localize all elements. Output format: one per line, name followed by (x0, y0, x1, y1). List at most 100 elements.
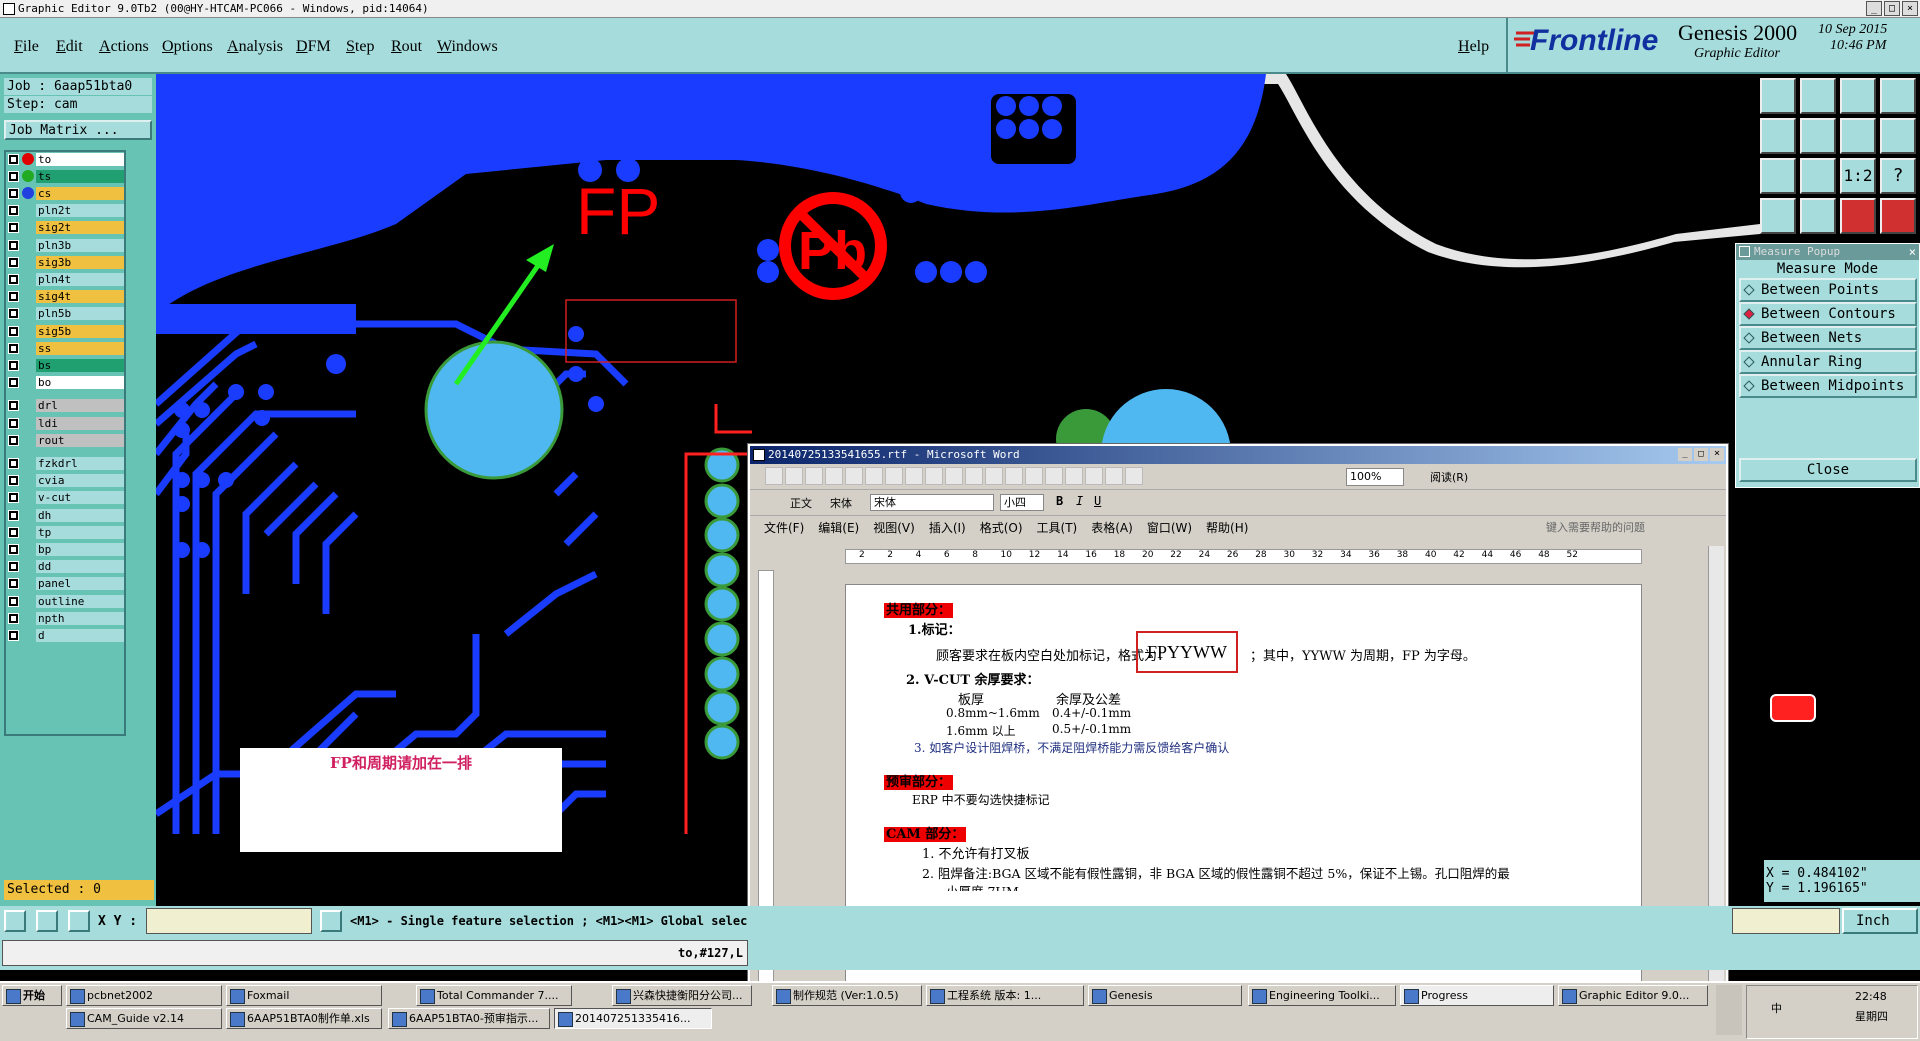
layer-checkbox[interactable] (8, 526, 19, 538)
menu-step[interactable]: Step (346, 38, 374, 56)
open-icon[interactable] (785, 467, 803, 485)
layer-checkbox[interactable] (8, 629, 19, 641)
tool-icon-13[interactable] (1760, 198, 1796, 234)
layer-name[interactable]: rout (36, 433, 124, 447)
permission-icon[interactable] (825, 467, 843, 485)
tool-icon-5[interactable] (1760, 118, 1796, 154)
layer-checkbox[interactable] (8, 578, 19, 590)
word-menu-file[interactable]: 文件(F) (764, 521, 804, 535)
layer-row-v-cut[interactable]: v-cut (8, 491, 124, 505)
menu-options[interactable]: Options (162, 38, 213, 56)
layer-name[interactable]: to (36, 152, 124, 166)
scale-1-2-icon[interactable]: 1:2 (1840, 158, 1876, 194)
task-engineering-toolkit[interactable]: Engineering Toolki... (1248, 985, 1396, 1006)
layer-row-ts[interactable]: ts (8, 169, 124, 183)
layer-checkbox[interactable] (8, 187, 19, 199)
word-menu-view[interactable]: 视图(V) (873, 521, 915, 535)
layer-row-pln4t[interactable]: pln4t (8, 272, 124, 286)
menu-dfm[interactable]: DFM (296, 38, 331, 56)
layer-row-panel[interactable]: panel (8, 577, 124, 591)
show-marks-icon[interactable] (1125, 467, 1143, 485)
tool-icon-1[interactable] (1760, 78, 1796, 114)
help-search-input[interactable]: 键入需要帮助的问题 (1546, 519, 1722, 536)
layer-checkbox[interactable] (8, 291, 19, 303)
layer-row-pln2t[interactable]: pln2t (8, 204, 124, 218)
italic-button[interactable]: I (1076, 494, 1083, 508)
task-graphic-editor[interactable]: Graphic Editor 9.0... (1558, 985, 1708, 1006)
layer-row-dd[interactable]: dd (8, 560, 124, 574)
layer-name[interactable]: cs (36, 186, 124, 200)
layer-name[interactable]: d (36, 628, 124, 642)
layer-checkbox[interactable] (8, 325, 19, 337)
table-icon[interactable] (1065, 467, 1083, 485)
undo-icon[interactable] (1005, 467, 1023, 485)
layer-name[interactable]: outline (36, 594, 124, 608)
layer-row-cs[interactable]: cs (8, 186, 124, 200)
layer-name[interactable]: sig4t (36, 290, 124, 304)
zoom-select[interactable]: 100% (1346, 468, 1404, 486)
xy-input[interactable] (146, 908, 312, 934)
layer-row-sig2t[interactable]: sig2t (8, 221, 124, 235)
menu-help[interactable]: Help (1458, 38, 1489, 56)
task-prereview[interactable]: 6AAP51BTA0-预审指示... (388, 1008, 550, 1029)
layer-name[interactable]: cvia (36, 474, 124, 488)
layer-checkbox[interactable] (8, 359, 19, 371)
layer-checkbox[interactable] (8, 170, 19, 182)
save-icon[interactable] (805, 467, 823, 485)
tool-icon-16[interactable] (1880, 198, 1916, 234)
layer-checkbox[interactable] (8, 239, 19, 251)
layer-checkbox[interactable] (8, 342, 19, 354)
word-menu-format[interactable]: 格式(O) (980, 521, 1023, 535)
text-tool-icon[interactable] (320, 910, 342, 932)
layer-name[interactable]: pln3b (36, 238, 124, 252)
tool-icon-2[interactable] (1800, 78, 1836, 114)
layer-checkbox[interactable] (8, 222, 19, 234)
select-tool-icon[interactable] (4, 910, 26, 932)
layer-name[interactable]: ss (36, 341, 124, 355)
layer-name[interactable]: pln4t (36, 272, 124, 286)
measure-mode-annular-ring[interactable]: Annular Ring (1739, 350, 1917, 374)
layer-checkbox[interactable] (8, 205, 19, 217)
layer-row-fzkdrl[interactable]: fzkdrl (8, 456, 124, 470)
layer-checkbox[interactable] (8, 400, 19, 412)
font-select-1[interactable]: 宋体 (830, 495, 852, 511)
layer-name[interactable]: fzkdrl (36, 456, 124, 470)
zoom-icon[interactable] (1800, 158, 1836, 194)
word-menu-help[interactable]: 帮助(H) (1206, 521, 1248, 535)
layer-name[interactable]: bo (36, 376, 124, 390)
close-button[interactable]: × (1902, 1, 1918, 16)
layer-name[interactable]: drl (36, 399, 124, 413)
grid-icon[interactable] (1800, 198, 1836, 234)
research-icon[interactable] (905, 467, 923, 485)
layer-name[interactable]: sig2t (36, 221, 124, 235)
menu-file[interactable]: File (14, 38, 39, 56)
copy-icon[interactable] (945, 467, 963, 485)
style-select[interactable]: 正文 (790, 495, 812, 511)
format-painter-icon[interactable] (985, 467, 1003, 485)
word-close-button[interactable]: × (1710, 448, 1724, 461)
layer-checkbox[interactable] (8, 153, 19, 165)
layer-checkbox[interactable] (8, 457, 19, 469)
tool-icon-15[interactable] (1840, 198, 1876, 234)
columns-icon[interactable] (1085, 467, 1103, 485)
layer-row-sig3b[interactable]: sig3b (8, 255, 124, 269)
popup-close-icon[interactable]: × (1909, 244, 1916, 260)
layer-row-sig4t[interactable]: sig4t (8, 290, 124, 304)
task-pcbnet[interactable]: pcbnet2002 (66, 985, 222, 1006)
task-xls[interactable]: 6AAP51BTA0制作单.xls (226, 1008, 382, 1029)
layer-row-tp[interactable]: tp (8, 525, 124, 539)
layer-row-sig5b[interactable]: sig5b (8, 324, 124, 338)
measure-mode-between-midpoints[interactable]: Between Midpoints (1739, 374, 1917, 398)
layer-checkbox[interactable] (8, 475, 19, 487)
layer-checkbox[interactable] (8, 543, 19, 555)
maximize-button[interactable]: □ (1884, 1, 1900, 16)
layer-checkbox[interactable] (8, 509, 19, 521)
layer-row-bs[interactable]: bs (8, 358, 124, 372)
layer-name[interactable]: sig3b (36, 255, 124, 269)
layer-row-to[interactable]: to (8, 152, 124, 166)
menu-rout[interactable]: Rout (391, 38, 422, 56)
menu-edit[interactable]: Edit (56, 38, 83, 56)
tool-icon-7[interactable] (1840, 118, 1876, 154)
draw-tool-icon[interactable] (36, 910, 58, 932)
layer-name[interactable]: dd (36, 560, 124, 574)
